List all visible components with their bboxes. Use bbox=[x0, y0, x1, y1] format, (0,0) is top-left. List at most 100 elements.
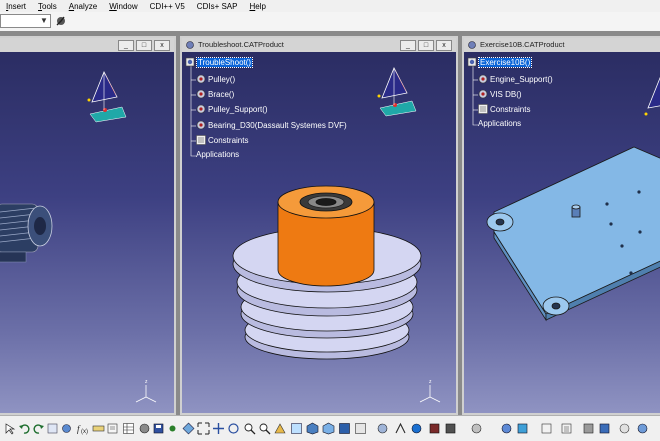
tree-item-applications[interactable]: Applications bbox=[478, 119, 521, 128]
measure-icon[interactable] bbox=[92, 422, 105, 435]
knowledge-icon[interactable] bbox=[166, 422, 179, 435]
viewport-exercise10b[interactable]: Exercise10B() Engine_Support() VIS DB() … bbox=[464, 52, 660, 413]
window-title-bar[interactable]: Troubleshoot.CATProduct _ □ x bbox=[182, 38, 456, 52]
product-gear-icon bbox=[185, 57, 195, 67]
minimize-button[interactable]: _ bbox=[400, 40, 416, 51]
menu-cdi-v5[interactable]: CDI++ V5 bbox=[144, 2, 191, 11]
tree-item-applications[interactable]: Applications bbox=[196, 150, 239, 159]
menu-tools[interactable]: Tools bbox=[32, 2, 63, 11]
tree-item-label[interactable]: TroubleShoot() bbox=[197, 58, 252, 67]
manipulate-icon[interactable] bbox=[428, 422, 441, 435]
window-title-bar[interactable]: Exercise10B.CATProduct _ □ x bbox=[464, 38, 660, 52]
motor-model: z bbox=[0, 52, 174, 413]
tree-item[interactable]: Brace() bbox=[196, 89, 234, 99]
properties-icon[interactable] bbox=[60, 422, 73, 435]
product-gear-icon bbox=[478, 89, 488, 99]
maximize-button[interactable]: □ bbox=[136, 40, 152, 51]
iso-view-icon[interactable] bbox=[306, 422, 319, 435]
tree-item-label[interactable]: Applications bbox=[196, 150, 239, 159]
tree-item-label[interactable]: Engine_Support() bbox=[490, 75, 553, 84]
menu-cdi-sap[interactable]: CDIs+ SAP bbox=[191, 2, 244, 11]
command-run-icon[interactable] bbox=[55, 15, 67, 27]
save-icon[interactable] bbox=[152, 422, 165, 435]
fit-all-icon[interactable] bbox=[197, 422, 210, 435]
xyz-axis-icon: z bbox=[420, 379, 440, 402]
pan-icon[interactable] bbox=[212, 422, 225, 435]
zoom-out-icon[interactable] bbox=[258, 422, 271, 435]
tree-item-label[interactable]: Constraints bbox=[490, 105, 530, 114]
tree-item-constraints[interactable]: Constraints bbox=[478, 104, 530, 114]
redo-icon[interactable] bbox=[32, 422, 45, 435]
menu-analyze[interactable]: Analyze bbox=[63, 2, 103, 11]
undo-icon[interactable] bbox=[18, 422, 31, 435]
compass-icon bbox=[378, 68, 417, 116]
constraints-icon bbox=[196, 135, 206, 145]
close-button[interactable]: x bbox=[436, 40, 452, 51]
compass-icon bbox=[88, 72, 127, 122]
bill-of-material-icon[interactable] bbox=[560, 422, 573, 435]
menu-help[interactable]: Help bbox=[243, 2, 271, 11]
menu-insert[interactable]: Insert bbox=[0, 2, 32, 11]
viewport-troubleshoot[interactable]: z TroubleShoot() Pulley() Brace() Pulley… bbox=[182, 52, 456, 413]
tree-item-root[interactable]: Exercise10B() bbox=[467, 57, 531, 67]
tree-item[interactable]: Engine_Support() bbox=[478, 74, 553, 84]
table-icon[interactable] bbox=[122, 422, 135, 435]
fly-mode-icon[interactable] bbox=[182, 422, 195, 435]
normal-view-icon[interactable] bbox=[274, 422, 287, 435]
tree-item-label[interactable]: Brace() bbox=[208, 90, 234, 99]
multi-view-icon[interactable] bbox=[290, 422, 303, 435]
tree-item-label[interactable]: Applications bbox=[478, 119, 521, 128]
product-gear-icon bbox=[196, 104, 206, 114]
rotate-icon[interactable] bbox=[227, 422, 240, 435]
svg-text:(x): (x) bbox=[81, 429, 88, 435]
exploded-view-icon[interactable] bbox=[582, 422, 595, 435]
menu-window[interactable]: Window bbox=[103, 2, 143, 11]
bearing-sleeve bbox=[278, 186, 374, 286]
maximize-button[interactable]: □ bbox=[418, 40, 434, 51]
update-icon[interactable] bbox=[410, 422, 423, 435]
constraints-icon bbox=[478, 104, 488, 114]
select-icon[interactable] bbox=[4, 422, 17, 435]
catalog-icon[interactable] bbox=[106, 422, 119, 435]
command-combo[interactable]: ▼ bbox=[0, 14, 51, 28]
tree-item-label[interactable]: Constraints bbox=[208, 136, 248, 145]
hide-show-icon[interactable] bbox=[338, 422, 351, 435]
tree-item[interactable]: Pulley() bbox=[196, 74, 235, 84]
snap-icon[interactable] bbox=[444, 422, 457, 435]
analysis-icon[interactable] bbox=[636, 422, 649, 435]
tree-item-root[interactable]: TroubleShoot() bbox=[185, 57, 252, 67]
publication-icon[interactable] bbox=[618, 422, 631, 435]
support-plate bbox=[487, 147, 660, 320]
command-bar: ▼ bbox=[0, 12, 660, 32]
tree-item[interactable]: VIS DB() bbox=[478, 89, 522, 99]
clash-icon[interactable] bbox=[470, 422, 483, 435]
tree-item-label[interactable]: Pulley_Support() bbox=[208, 105, 268, 114]
tree-item-constraints[interactable]: Constraints bbox=[196, 135, 248, 145]
tree-item-label[interactable]: Pulley() bbox=[208, 75, 235, 84]
constraint-icon[interactable] bbox=[394, 422, 407, 435]
window-title-bar[interactable]: _ □ x bbox=[0, 38, 174, 52]
tree-item[interactable]: Bearing_D30(Dassault Systemes DVF) bbox=[196, 120, 347, 130]
tree-item-label[interactable]: Exercise10B() bbox=[479, 58, 531, 67]
close-button[interactable]: x bbox=[154, 40, 170, 51]
sectioning-icon[interactable] bbox=[500, 422, 513, 435]
tree-item-label[interactable]: Bearing_D30(Dassault Systemes DVF) bbox=[208, 121, 347, 130]
tree-item-label[interactable]: VIS DB() bbox=[490, 90, 522, 99]
scene-icon[interactable] bbox=[598, 422, 611, 435]
zoom-in-icon[interactable] bbox=[243, 422, 256, 435]
viewport-left[interactable]: z bbox=[0, 52, 174, 413]
tree-item[interactable]: Pulley_Support() bbox=[196, 104, 268, 114]
electric-motor bbox=[0, 204, 52, 262]
window-title: Exercise10B.CATProduct bbox=[480, 40, 564, 49]
catalog-browser-icon[interactable] bbox=[540, 422, 553, 435]
shading-icon[interactable] bbox=[322, 422, 335, 435]
chevron-down-icon[interactable]: ▼ bbox=[39, 16, 49, 26]
apply-material-icon[interactable] bbox=[138, 422, 151, 435]
swap-space-icon[interactable] bbox=[354, 422, 367, 435]
product-gear-icon bbox=[467, 40, 477, 50]
minimize-button[interactable]: _ bbox=[118, 40, 134, 51]
product-gear-icon[interactable] bbox=[376, 422, 389, 435]
distance-icon[interactable] bbox=[516, 422, 529, 435]
repeat-icon[interactable] bbox=[46, 422, 59, 435]
formula-icon[interactable]: f(x) bbox=[76, 422, 89, 435]
